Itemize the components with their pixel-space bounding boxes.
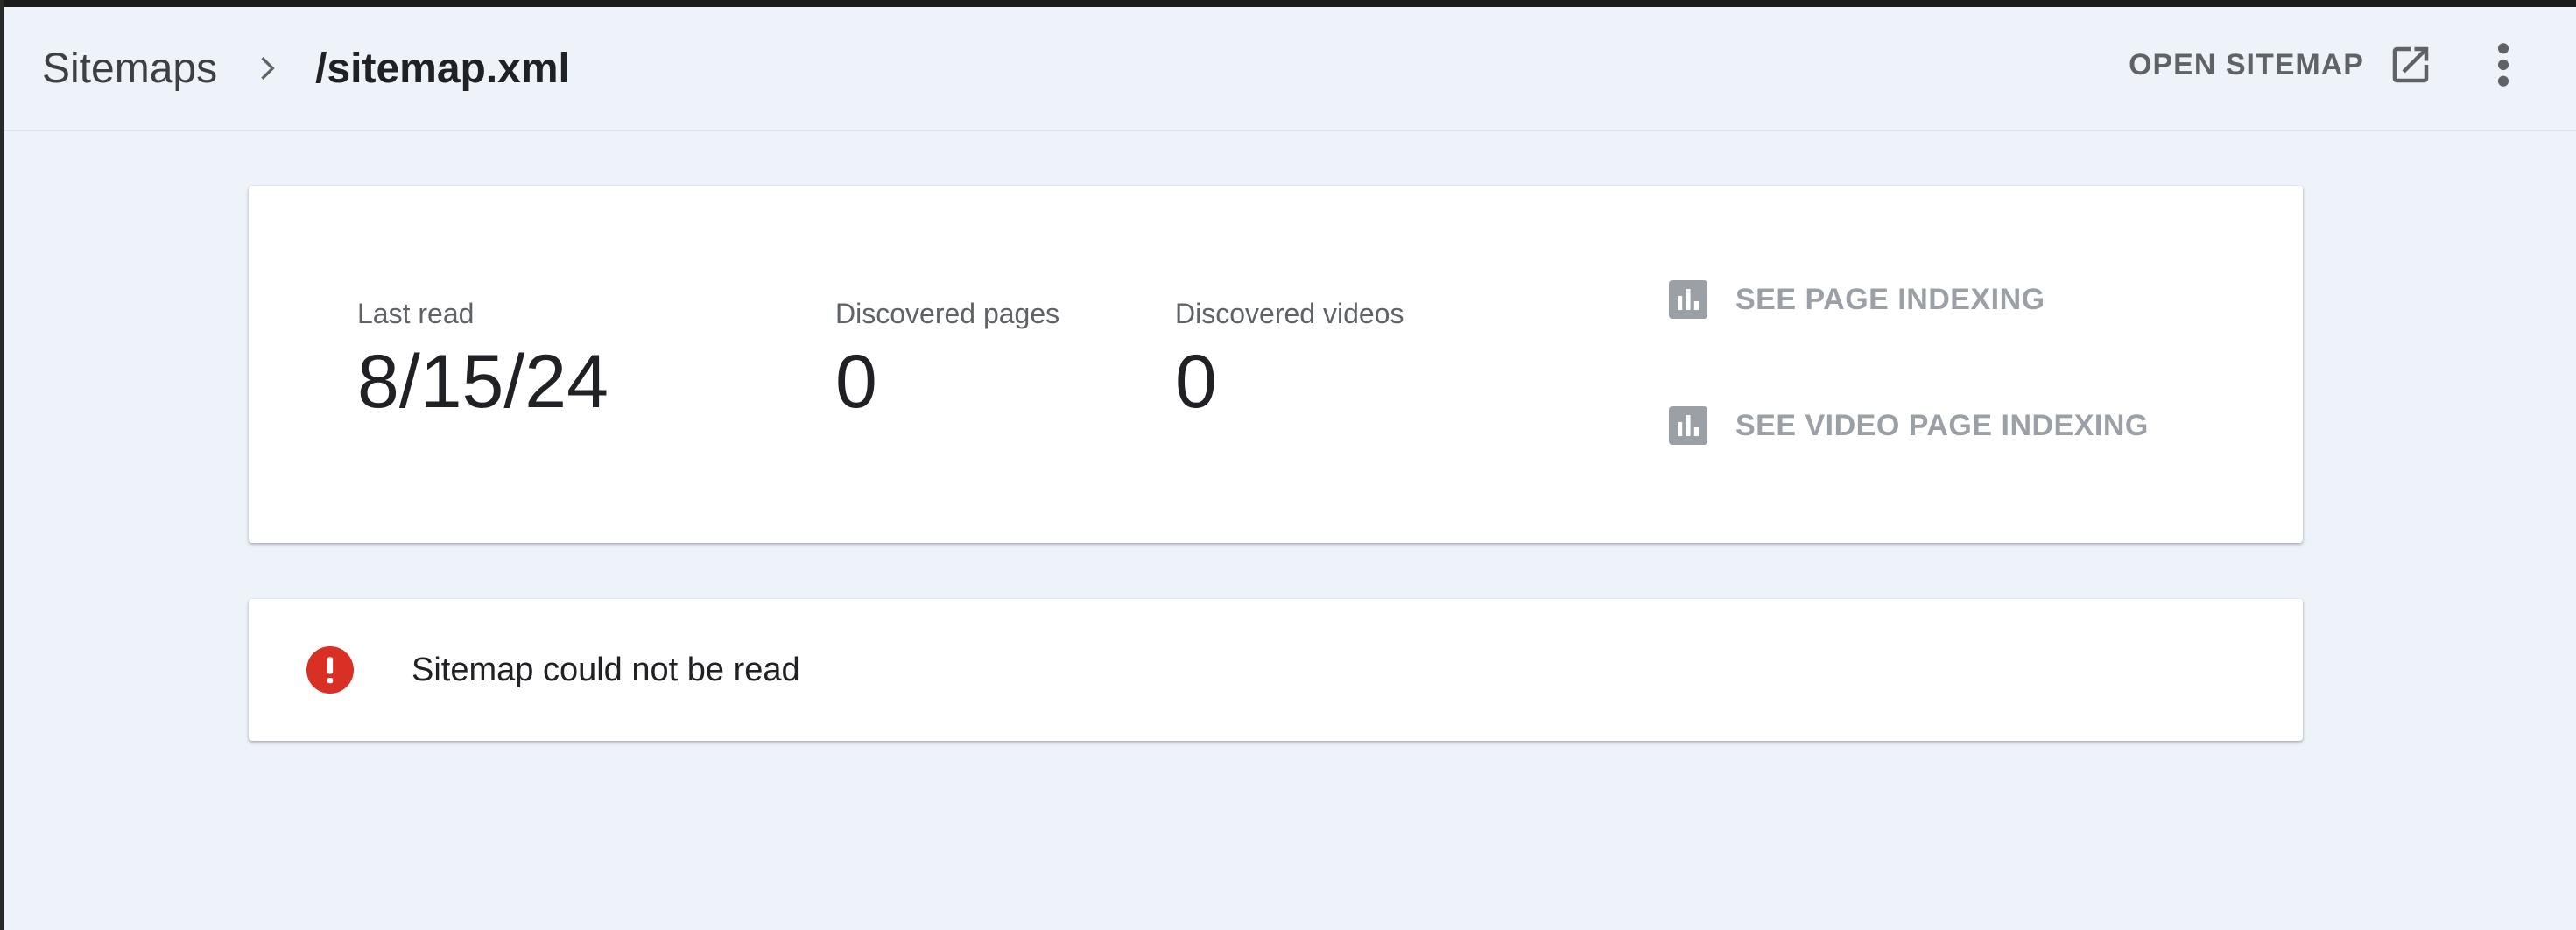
header-actions: OPEN SITEMAP	[2129, 30, 2516, 100]
sitemap-error-card: Sitemap could not be read	[249, 599, 2303, 741]
window-left-edge	[0, 0, 4, 930]
see-page-indexing-link[interactable]: SEE PAGE INDEXING	[1667, 278, 2045, 321]
window-top-edge	[0, 0, 2576, 7]
open-sitemap-label: OPEN SITEMAP	[2129, 47, 2364, 81]
open-sitemap-button[interactable]: OPEN SITEMAP	[2129, 41, 2434, 88]
discovered-pages-stat: Discovered pages 0	[835, 296, 1059, 426]
see-video-page-indexing-label: SEE VIDEO PAGE INDEXING	[1735, 408, 2149, 442]
bar-chart-icon	[1669, 406, 1707, 445]
discovered-videos-value: 0	[1175, 340, 1217, 424]
last-read-stat: Last read 8/15/24	[357, 296, 609, 426]
error-message: Sitemap could not be read	[412, 652, 800, 688]
sitemap-stats-card: Last read 8/15/24 Discovered pages 0 Dis…	[249, 186, 2303, 543]
discovered-pages-value: 0	[835, 340, 877, 424]
chevron-right-icon	[231, 42, 301, 95]
see-page-indexing-label: SEE PAGE INDEXING	[1735, 282, 2045, 316]
breadcrumb: Sitemaps /sitemap.xml	[42, 37, 570, 100]
page-header: Sitemaps /sitemap.xml OPEN SITEMAP	[4, 7, 2576, 131]
last-read-label: Last read	[357, 298, 475, 329]
open-in-new-icon	[2392, 46, 2429, 83]
see-video-page-indexing-link[interactable]: SEE VIDEO PAGE INDEXING	[1667, 405, 2149, 447]
discovered-videos-label: Discovered videos	[1175, 298, 1404, 329]
discovered-videos-stat: Discovered videos 0	[1175, 296, 1404, 426]
breadcrumb-sitemaps-link[interactable]: Sitemaps	[42, 45, 217, 93]
page-title: /sitemap.xml	[315, 45, 570, 92]
last-read-value: 8/15/24	[357, 340, 609, 424]
error-icon	[306, 646, 354, 694]
discovered-pages-label: Discovered pages	[835, 298, 1060, 329]
bar-chart-icon	[1669, 280, 1707, 319]
more-vert-icon[interactable]	[2490, 39, 2516, 91]
